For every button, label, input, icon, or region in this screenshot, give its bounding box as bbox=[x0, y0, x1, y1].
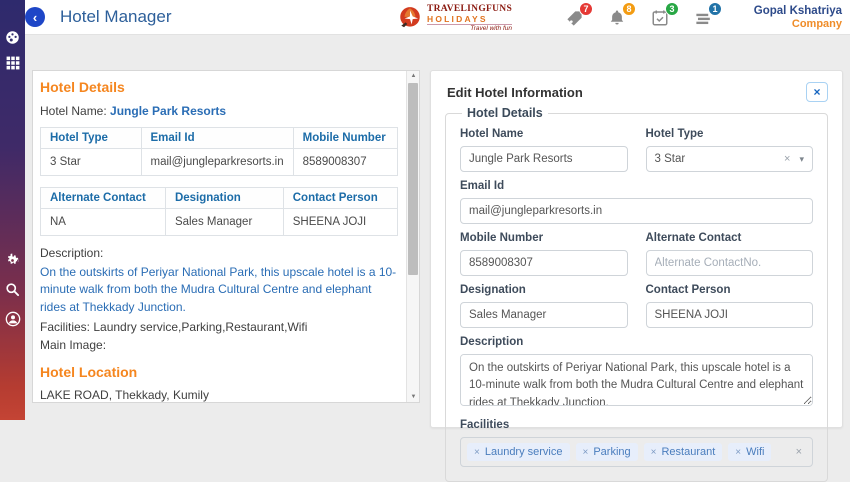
col-contact-person: Contact Person bbox=[283, 188, 397, 209]
chevron-down-icon[interactable]: ▾ bbox=[799, 154, 804, 165]
calendar-check-icon[interactable]: 3 bbox=[651, 9, 671, 29]
scroll-up-icon[interactable]: ▲ bbox=[407, 73, 420, 79]
hotel-type-value: 3 Star bbox=[655, 153, 785, 165]
profile-icon[interactable] bbox=[0, 311, 25, 327]
hotel-details-panel: Hotel Details Hotel Name: Jungle Park Re… bbox=[32, 70, 420, 403]
panel-scrollbar[interactable]: ▲ ▼ bbox=[406, 71, 419, 402]
facility-chip: × Laundry service bbox=[467, 443, 570, 461]
address-line: LAKE ROAD, Thekkady, Kumily bbox=[40, 388, 398, 402]
hotel-info-table-1: Hotel Type Email Id Mobile Number 3 Star… bbox=[40, 127, 398, 176]
col-hotel-type: Hotel Type bbox=[41, 128, 142, 149]
cell-alternate-contact: NA bbox=[41, 209, 166, 236]
notification-icons: 7 8 3 1 bbox=[565, 9, 714, 29]
facility-chip: × Restaurant bbox=[644, 443, 723, 461]
edit-hotel-panel: Edit Hotel Information × Hotel Details H… bbox=[430, 70, 843, 428]
cell-designation: Sales Manager bbox=[165, 209, 283, 236]
cell-email-id: mail@jungleparkresorts.in bbox=[141, 149, 293, 176]
clear-all-icon[interactable]: × bbox=[796, 446, 806, 458]
logo-line2: HOLIDAYS bbox=[427, 14, 512, 24]
alerts-badge: 8 bbox=[622, 2, 636, 16]
top-header: ‹ Hotel Manager TRAVELINGFUNS HOLIDAYS T… bbox=[25, 0, 850, 35]
description-textarea[interactable]: On the outskirts of Periyar National Par… bbox=[460, 354, 813, 406]
search-icon[interactable] bbox=[0, 282, 25, 297]
remove-chip-icon[interactable]: × bbox=[735, 447, 741, 458]
hotel-name-label: Hotel Name: bbox=[40, 104, 107, 118]
col-alternate-contact: Alternate Contact bbox=[41, 188, 166, 209]
col-mobile-number: Mobile Number bbox=[293, 128, 397, 149]
facility-chip-label: Laundry service bbox=[485, 446, 563, 458]
sidebar-collapse-button[interactable]: ‹ bbox=[25, 7, 45, 27]
close-icon: × bbox=[813, 86, 820, 98]
facilities-multiselect[interactable]: × Laundry service × Parking × Restaurant… bbox=[460, 437, 813, 467]
dashboard-icon[interactable] bbox=[0, 30, 25, 45]
offers-tag-icon[interactable]: 7 bbox=[565, 9, 585, 29]
facility-chip-label: Wifi bbox=[746, 446, 764, 458]
hotel-name-field-label: Hotel Name bbox=[460, 128, 628, 140]
cell-hotel-type: 3 Star bbox=[41, 149, 142, 176]
main-image-label: Main Image: bbox=[40, 338, 398, 352]
logo-tagline: Travel with fun bbox=[427, 24, 512, 32]
clear-selection-icon[interactable]: × bbox=[784, 153, 790, 165]
scroll-down-icon[interactable]: ▼ bbox=[407, 394, 420, 400]
facility-chip-label: Restaurant bbox=[661, 446, 715, 458]
page-title: Hotel Manager bbox=[60, 7, 172, 27]
email-input[interactable] bbox=[460, 198, 813, 224]
hotel-name-line: Hotel Name: Jungle Park Resorts bbox=[40, 104, 398, 118]
alternate-contact-input[interactable] bbox=[646, 250, 814, 276]
hotel-details-group: Hotel Details Hotel Name Hotel Type 3 St… bbox=[445, 106, 828, 482]
settings-gear-icon[interactable] bbox=[0, 253, 25, 268]
mobile-field-label: Mobile Number bbox=[460, 232, 628, 244]
group-legend: Hotel Details bbox=[462, 106, 548, 120]
user-name: Gopal Kshatriya bbox=[754, 4, 842, 18]
alternate-contact-field-label: Alternate Contact bbox=[646, 232, 814, 244]
contact-person-field-label: Contact Person bbox=[646, 284, 814, 296]
tasks-badge: 1 bbox=[708, 2, 722, 16]
brand-logo: TRAVELINGFUNS HOLIDAYS Travel with fun bbox=[397, 4, 512, 32]
email-field-label: Email Id bbox=[460, 180, 813, 192]
edit-hotel-title: Edit Hotel Information bbox=[447, 85, 583, 100]
close-button[interactable]: × bbox=[806, 82, 828, 102]
offers-badge: 7 bbox=[579, 2, 593, 16]
designation-field-label: Designation bbox=[460, 284, 628, 296]
remove-chip-icon[interactable]: × bbox=[583, 447, 589, 458]
hotel-location-heading: Hotel Location bbox=[40, 364, 398, 380]
description-text: On the outskirts of Periyar National Par… bbox=[40, 264, 398, 316]
facilities-field-label: Facilities bbox=[460, 419, 813, 431]
facility-chip-label: Parking bbox=[593, 446, 630, 458]
table-row: 3 Star mail@jungleparkresorts.in 8589008… bbox=[41, 149, 398, 176]
contact-person-input[interactable] bbox=[646, 302, 814, 328]
hotel-info-table-2: Alternate Contact Designation Contact Pe… bbox=[40, 187, 398, 236]
logo-line1: TRAVELINGFUNS bbox=[427, 4, 512, 14]
col-email-id: Email Id bbox=[141, 128, 293, 149]
hotel-name-value: Jungle Park Resorts bbox=[110, 104, 226, 118]
col-designation: Designation bbox=[165, 188, 283, 209]
sidebar bbox=[0, 0, 25, 420]
hotel-type-select[interactable]: 3 Star × ▾ bbox=[646, 146, 814, 172]
chevron-left-icon: ‹ bbox=[33, 11, 37, 24]
facility-chip: × Parking bbox=[576, 443, 638, 461]
remove-chip-icon[interactable]: × bbox=[474, 447, 480, 458]
hotel-name-input[interactable] bbox=[460, 146, 628, 172]
bookings-badge: 3 bbox=[665, 2, 679, 16]
designation-input[interactable] bbox=[460, 302, 628, 328]
user-menu[interactable]: Gopal Kshatriya Company bbox=[754, 4, 842, 32]
facility-chip: × Wifi bbox=[728, 443, 771, 461]
remove-chip-icon[interactable]: × bbox=[651, 447, 657, 458]
logo-plane-icon bbox=[397, 5, 423, 31]
user-role: Company bbox=[754, 18, 842, 32]
mobile-input[interactable] bbox=[460, 250, 628, 276]
hotel-details-heading: Hotel Details bbox=[40, 79, 398, 95]
apps-grid-icon[interactable] bbox=[0, 56, 25, 70]
description-label: Description: bbox=[40, 246, 398, 260]
scrollbar-thumb[interactable] bbox=[408, 83, 418, 275]
facilities-line: Facilities: Laundry service,Parking,Rest… bbox=[40, 320, 398, 334]
description-field-label: Description bbox=[460, 336, 813, 348]
bell-icon[interactable]: 8 bbox=[608, 9, 628, 29]
tasks-list-icon[interactable]: 1 bbox=[694, 9, 714, 29]
table-row: NA Sales Manager SHEENA JOJI bbox=[41, 209, 398, 236]
hotel-type-field-label: Hotel Type bbox=[646, 128, 814, 140]
cell-mobile-number: 8589008307 bbox=[293, 149, 397, 176]
cell-contact-person: SHEENA JOJI bbox=[283, 209, 397, 236]
